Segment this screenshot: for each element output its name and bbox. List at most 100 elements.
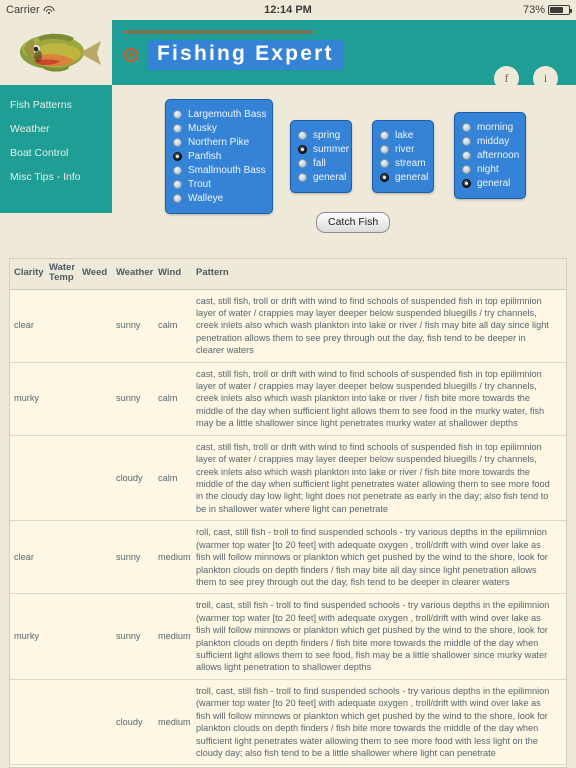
- sidebar-item-boat-control[interactable]: Boat Control: [0, 141, 112, 165]
- radio-option-general[interactable]: general: [298, 171, 346, 184]
- table-row[interactable]: cloudy medium troll, cast, still fish - tr…: [10, 679, 566, 766]
- radio-option-label: Panfish: [188, 151, 222, 162]
- radio-dot-icon[interactable]: [380, 131, 389, 140]
- cell-pattern: troll, cast, still fish - troll to find …: [192, 679, 566, 766]
- radio-dot-icon[interactable]: [173, 138, 182, 147]
- radio-dot-icon[interactable]: [298, 145, 307, 154]
- radio-dot-icon[interactable]: [173, 124, 182, 133]
- catch-fish-button[interactable]: Catch Fish: [316, 212, 391, 233]
- radio-option-label: river: [395, 144, 415, 155]
- water-body-radio-group[interactable]: lake river stream general: [372, 120, 434, 193]
- radio-option-stream[interactable]: stream: [380, 157, 426, 170]
- radio-option-general[interactable]: general: [462, 177, 516, 190]
- table-row[interactable]: clear sunny calm cast, still fish, troll or…: [10, 289, 566, 363]
- radio-option-label: summer: [313, 144, 350, 155]
- radio-dot-icon[interactable]: [173, 152, 182, 161]
- radio-option-northern-pike[interactable]: Northern Pike: [173, 136, 263, 149]
- cell-clarity: clear: [10, 289, 45, 363]
- column-header-clarity: Clarity: [10, 259, 45, 290]
- table-body: clear sunny calm cast, still fish, troll or…: [10, 289, 566, 767]
- battery-percent-label: 73%: [522, 4, 545, 16]
- radio-dot-icon[interactable]: [173, 110, 182, 119]
- radio-option-largemouth-bass[interactable]: Largemouth Bass: [173, 108, 267, 121]
- radio-option-river[interactable]: river: [380, 143, 424, 156]
- fish-photo: [0, 20, 112, 85]
- radio-option-label: spring: [313, 130, 341, 141]
- status-bar-time: 12:14 PM: [264, 4, 312, 16]
- cell-clarity: clear: [10, 520, 45, 595]
- table-header: Clarity Water Temp Weed Weather Wind Pat…: [10, 259, 566, 290]
- sidebar-item-weather[interactable]: Weather: [0, 117, 112, 141]
- sidebar-item-misc-tips-info[interactable]: Misc Tips - Info: [0, 165, 112, 189]
- radio-dot-icon[interactable]: [173, 166, 182, 175]
- radio-dot-icon[interactable]: [462, 151, 471, 160]
- banner-title-wrap: Fishing Expert: [124, 40, 344, 70]
- time-of-day-radio-group[interactable]: morning midday afternoon night general: [454, 112, 526, 199]
- radio-option-label: Northern Pike: [188, 137, 250, 148]
- table-row[interactable]: murky sunny calm cast, still fish, troll or…: [10, 362, 566, 436]
- season-radio-group[interactable]: spring summer fall general: [290, 120, 352, 193]
- radio-option-spring[interactable]: spring: [298, 129, 342, 142]
- radio-dot-icon[interactable]: [462, 123, 471, 132]
- radio-option-midday[interactable]: midday: [462, 135, 516, 148]
- status-bar: Carrier 12:14 PM 73%: [0, 0, 576, 20]
- radio-dot-icon[interactable]: [462, 179, 471, 188]
- cell-weed: [78, 362, 112, 436]
- cell-water-temp: [45, 362, 78, 436]
- species-radio-group[interactable]: Largemouth Bass Musky Northern Pike Panfish…: [165, 99, 273, 214]
- radio-option-label: Trout: [188, 179, 211, 190]
- radio-option-summer[interactable]: summer: [298, 143, 349, 156]
- radio-dot-icon[interactable]: [298, 131, 307, 140]
- radio-option-lake[interactable]: lake: [380, 129, 424, 142]
- cell-water-temp: [45, 289, 78, 363]
- radio-option-trout[interactable]: Trout: [173, 178, 263, 191]
- table-row[interactable]: cloudy calm cast, still fish, troll or dri…: [10, 435, 566, 522]
- radio-option-label: Musky: [188, 123, 217, 134]
- target-icon: [124, 48, 138, 62]
- radio-option-smallmouth-bass[interactable]: Smallmouth Bass: [173, 164, 266, 177]
- radio-option-afternoon[interactable]: afternoon: [462, 149, 520, 162]
- cell-weather: sunny: [112, 362, 154, 436]
- cell-weather: sunny: [112, 520, 154, 595]
- radio-option-label: afternoon: [477, 150, 520, 161]
- radio-dot-icon[interactable]: [173, 194, 182, 203]
- battery-icon: [548, 5, 572, 15]
- radio-dot-icon[interactable]: [462, 137, 471, 146]
- table-row[interactable]: clear sunny medium roll, cast, still fish -…: [10, 520, 566, 595]
- radio-option-morning[interactable]: morning: [462, 121, 516, 134]
- cell-water-temp: [45, 593, 78, 680]
- cell-wind: medium: [154, 679, 192, 766]
- radio-option-label: general: [395, 172, 429, 183]
- radio-dot-icon[interactable]: [462, 165, 471, 174]
- radio-option-panfish[interactable]: Panfish: [173, 150, 263, 163]
- results-table-container[interactable]: Clarity Water Temp Weed Weather Wind Pat…: [9, 258, 567, 768]
- radio-option-label: general: [313, 172, 347, 183]
- table-row[interactable]: murky sunny medium troll, cast, still fish …: [10, 593, 566, 680]
- radio-dot-icon[interactable]: [380, 145, 389, 154]
- column-header-pattern: Pattern: [192, 259, 566, 290]
- cell-weather: cloudy: [112, 679, 154, 766]
- bluegill-illustration: [20, 33, 101, 72]
- sidebar-item-fish-patterns[interactable]: Fish Patterns: [0, 93, 112, 117]
- radio-option-night[interactable]: night: [462, 163, 516, 176]
- radio-dot-icon[interactable]: [380, 159, 389, 168]
- radio-option-fall[interactable]: fall: [298, 157, 342, 170]
- radio-option-label: Largemouth Bass: [188, 109, 267, 120]
- column-header-weed: Weed: [78, 259, 112, 290]
- radio-option-walleye[interactable]: Walleye: [173, 192, 263, 205]
- radio-option-label: morning: [477, 122, 514, 133]
- cell-weed: [78, 289, 112, 363]
- radio-dot-icon[interactable]: [298, 159, 307, 168]
- radio-option-musky[interactable]: Musky: [173, 122, 263, 135]
- radio-dot-icon[interactable]: [380, 173, 389, 182]
- table-header-row: Clarity Water Temp Weed Weather Wind Pat…: [10, 259, 566, 290]
- radio-option-general[interactable]: general: [380, 171, 428, 184]
- cell-weed: [78, 435, 112, 522]
- status-bar-right: 73%: [522, 0, 572, 20]
- radio-dot-icon[interactable]: [173, 180, 182, 189]
- column-header-water-temp: Water Temp: [45, 259, 78, 290]
- cell-pattern: roll, cast, still fish - troll to find s…: [192, 520, 566, 595]
- radio-dot-icon[interactable]: [298, 173, 307, 182]
- cell-water-temp: [45, 520, 78, 595]
- cell-wind: calm: [154, 435, 192, 522]
